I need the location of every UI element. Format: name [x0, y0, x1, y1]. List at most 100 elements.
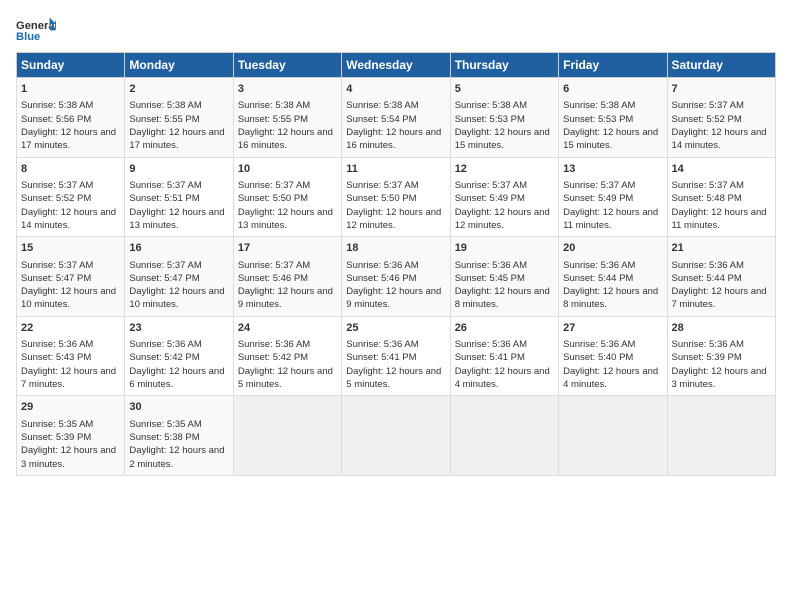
- day-number: 15: [21, 241, 120, 256]
- day-number: 30: [129, 400, 228, 415]
- day-number: 3: [238, 82, 337, 97]
- calendar-week-3: 15 Sunrise: 5:37 AMSunset: 5:47 PMDayligh…: [17, 237, 776, 317]
- column-header-tuesday: Tuesday: [233, 53, 341, 78]
- day-info: Sunrise: 5:37 AMSunset: 5:48 PMDaylight:…: [672, 179, 771, 232]
- logo: General Blue: [16, 16, 56, 44]
- day-number: 11: [346, 162, 445, 177]
- day-info: Sunrise: 5:36 AMSunset: 5:42 PMDaylight:…: [129, 338, 228, 391]
- day-number: 17: [238, 241, 337, 256]
- day-number: 13: [563, 162, 662, 177]
- day-number: 20: [563, 241, 662, 256]
- day-number: 26: [455, 321, 554, 336]
- day-info: Sunrise: 5:37 AMSunset: 5:50 PMDaylight:…: [346, 179, 445, 232]
- day-number: 24: [238, 321, 337, 336]
- calendar-cell: 4Sunrise: 5:38 AMSunset: 5:54 PMDaylight…: [342, 78, 450, 158]
- calendar-cell: 19 Sunrise: 5:36 AMSunset: 5:45 PMDayligh…: [450, 237, 558, 317]
- calendar-week-5: 29Sunrise: 5:35 AMSunset: 5:39 PMDayligh…: [17, 396, 776, 476]
- day-info: Sunrise: 5:36 AMSunset: 5:43 PMDaylight:…: [21, 338, 120, 391]
- calendar-cell: 23 Sunrise: 5:36 AMSunset: 5:42 PMDayligh…: [125, 316, 233, 396]
- day-number: 19: [455, 241, 554, 256]
- column-header-wednesday: Wednesday: [342, 53, 450, 78]
- day-number: 29: [21, 400, 120, 415]
- day-info: Sunrise: 5:37 AMSunset: 5:52 PMDaylight:…: [21, 179, 120, 232]
- calendar-cell: 24 Sunrise: 5:36 AMSunset: 5:42 PMDayligh…: [233, 316, 341, 396]
- day-info: Sunrise: 5:37 AMSunset: 5:50 PMDaylight:…: [238, 179, 337, 232]
- calendar-cell: 13 Sunrise: 5:37 AMSunset: 5:49 PMDayligh…: [559, 157, 667, 237]
- calendar-header-row: SundayMondayTuesdayWednesdayThursdayFrid…: [17, 53, 776, 78]
- day-number: 27: [563, 321, 662, 336]
- calendar-cell: 5 Sunrise: 5:38 AMSunset: 5:53 PMDaylight…: [450, 78, 558, 158]
- column-header-sunday: Sunday: [17, 53, 125, 78]
- day-info: Sunrise: 5:36 AMSunset: 5:44 PMDaylight:…: [563, 259, 662, 312]
- column-header-thursday: Thursday: [450, 53, 558, 78]
- calendar-table: SundayMondayTuesdayWednesdayThursdayFrid…: [16, 52, 776, 476]
- day-info: Sunrise: 5:36 AMSunset: 5:42 PMDaylight:…: [238, 338, 337, 391]
- day-info: Sunrise: 5:37 AMSunset: 5:47 PMDaylight:…: [129, 259, 228, 312]
- day-number: 22: [21, 321, 120, 336]
- day-info: Sunrise: 5:36 AMSunset: 5:46 PMDaylight:…: [346, 259, 445, 312]
- day-number: 7: [672, 82, 771, 97]
- calendar-cell: 1 Sunrise: 5:38 AMSunset: 5:56 PMDaylight…: [17, 78, 125, 158]
- day-info: Sunrise: 5:38 AMSunset: 5:55 PMDaylight:…: [129, 99, 228, 152]
- day-info: Sunrise: 5:37 AMSunset: 5:51 PMDaylight:…: [129, 179, 228, 232]
- calendar-cell: [559, 396, 667, 476]
- day-info: Sunrise: 5:37 AMSunset: 5:49 PMDaylight:…: [563, 179, 662, 232]
- day-info: Sunrise: 5:37 AMSunset: 5:46 PMDaylight:…: [238, 259, 337, 312]
- calendar-cell: 25 Sunrise: 5:36 AMSunset: 5:41 PMDayligh…: [342, 316, 450, 396]
- day-number: 5: [455, 82, 554, 97]
- day-number: 9: [129, 162, 228, 177]
- calendar-cell: 7 Sunrise: 5:37 AMSunset: 5:52 PMDaylight…: [667, 78, 775, 158]
- day-info: Sunrise: 5:36 AMSunset: 5:41 PMDaylight:…: [455, 338, 554, 391]
- day-number: 23: [129, 321, 228, 336]
- day-info: Sunrise: 5:35 AMSunset: 5:38 PMDaylight:…: [129, 418, 228, 471]
- calendar-cell: 9 Sunrise: 5:37 AMSunset: 5:51 PMDaylight…: [125, 157, 233, 237]
- day-number: 1: [21, 82, 120, 97]
- day-info: Sunrise: 5:36 AMSunset: 5:40 PMDaylight:…: [563, 338, 662, 391]
- calendar-cell: 12 Sunrise: 5:37 AMSunset: 5:49 PMDayligh…: [450, 157, 558, 237]
- calendar-cell: 11 Sunrise: 5:37 AMSunset: 5:50 PMDayligh…: [342, 157, 450, 237]
- calendar-cell: 30 Sunrise: 5:35 AMSunset: 5:38 PMDayligh…: [125, 396, 233, 476]
- day-number: 18: [346, 241, 445, 256]
- calendar-cell: [342, 396, 450, 476]
- day-info: Sunrise: 5:36 AMSunset: 5:45 PMDaylight:…: [455, 259, 554, 312]
- calendar-cell: 16 Sunrise: 5:37 AMSunset: 5:47 PMDayligh…: [125, 237, 233, 317]
- day-number: 4: [346, 82, 445, 97]
- day-number: 14: [672, 162, 771, 177]
- day-info: Sunrise: 5:38 AMSunset: 5:53 PMDaylight:…: [455, 99, 554, 152]
- calendar-cell: 10 Sunrise: 5:37 AMSunset: 5:50 PMDayligh…: [233, 157, 341, 237]
- calendar-cell: 6Sunrise: 5:38 AMSunset: 5:53 PMDaylight…: [559, 78, 667, 158]
- day-info: Sunrise: 5:37 AMSunset: 5:47 PMDaylight:…: [21, 259, 120, 312]
- svg-text:Blue: Blue: [16, 31, 40, 43]
- calendar-cell: 29Sunrise: 5:35 AMSunset: 5:39 PMDayligh…: [17, 396, 125, 476]
- day-info: Sunrise: 5:37 AMSunset: 5:52 PMDaylight:…: [672, 99, 771, 152]
- calendar-cell: 28 Sunrise: 5:36 AMSunset: 5:39 PMDayligh…: [667, 316, 775, 396]
- calendar-cell: 2 Sunrise: 5:38 AMSunset: 5:55 PMDaylight…: [125, 78, 233, 158]
- calendar-cell: 21Sunrise: 5:36 AMSunset: 5:44 PMDayligh…: [667, 237, 775, 317]
- calendar-cell: 20 Sunrise: 5:36 AMSunset: 5:44 PMDayligh…: [559, 237, 667, 317]
- day-info: Sunrise: 5:36 AMSunset: 5:39 PMDaylight:…: [672, 338, 771, 391]
- day-info: Sunrise: 5:38 AMSunset: 5:56 PMDaylight:…: [21, 99, 120, 152]
- day-number: 16: [129, 241, 228, 256]
- day-info: Sunrise: 5:37 AMSunset: 5:49 PMDaylight:…: [455, 179, 554, 232]
- calendar-cell: 18 Sunrise: 5:36 AMSunset: 5:46 PMDayligh…: [342, 237, 450, 317]
- day-number: 2: [129, 82, 228, 97]
- calendar-cell: 22 Sunrise: 5:36 AMSunset: 5:43 PMDayligh…: [17, 316, 125, 396]
- day-number: 28: [672, 321, 771, 336]
- day-number: 10: [238, 162, 337, 177]
- logo-icon: General Blue: [16, 16, 56, 44]
- calendar-cell: 26 Sunrise: 5:36 AMSunset: 5:41 PMDayligh…: [450, 316, 558, 396]
- calendar-cell: 17 Sunrise: 5:37 AMSunset: 5:46 PMDayligh…: [233, 237, 341, 317]
- calendar-cell: [450, 396, 558, 476]
- calendar-cell: 8 Sunrise: 5:37 AMSunset: 5:52 PMDaylight…: [17, 157, 125, 237]
- day-info: Sunrise: 5:36 AMSunset: 5:41 PMDaylight:…: [346, 338, 445, 391]
- day-number: 8: [21, 162, 120, 177]
- calendar-cell: [233, 396, 341, 476]
- column-header-saturday: Saturday: [667, 53, 775, 78]
- calendar-cell: 15 Sunrise: 5:37 AMSunset: 5:47 PMDayligh…: [17, 237, 125, 317]
- day-info: Sunrise: 5:36 AMSunset: 5:44 PMDaylight:…: [672, 259, 771, 312]
- day-info: Sunrise: 5:38 AMSunset: 5:53 PMDaylight:…: [563, 99, 662, 152]
- calendar-week-4: 22 Sunrise: 5:36 AMSunset: 5:43 PMDayligh…: [17, 316, 776, 396]
- calendar-week-2: 8 Sunrise: 5:37 AMSunset: 5:52 PMDaylight…: [17, 157, 776, 237]
- day-number: 12: [455, 162, 554, 177]
- day-number: 25: [346, 321, 445, 336]
